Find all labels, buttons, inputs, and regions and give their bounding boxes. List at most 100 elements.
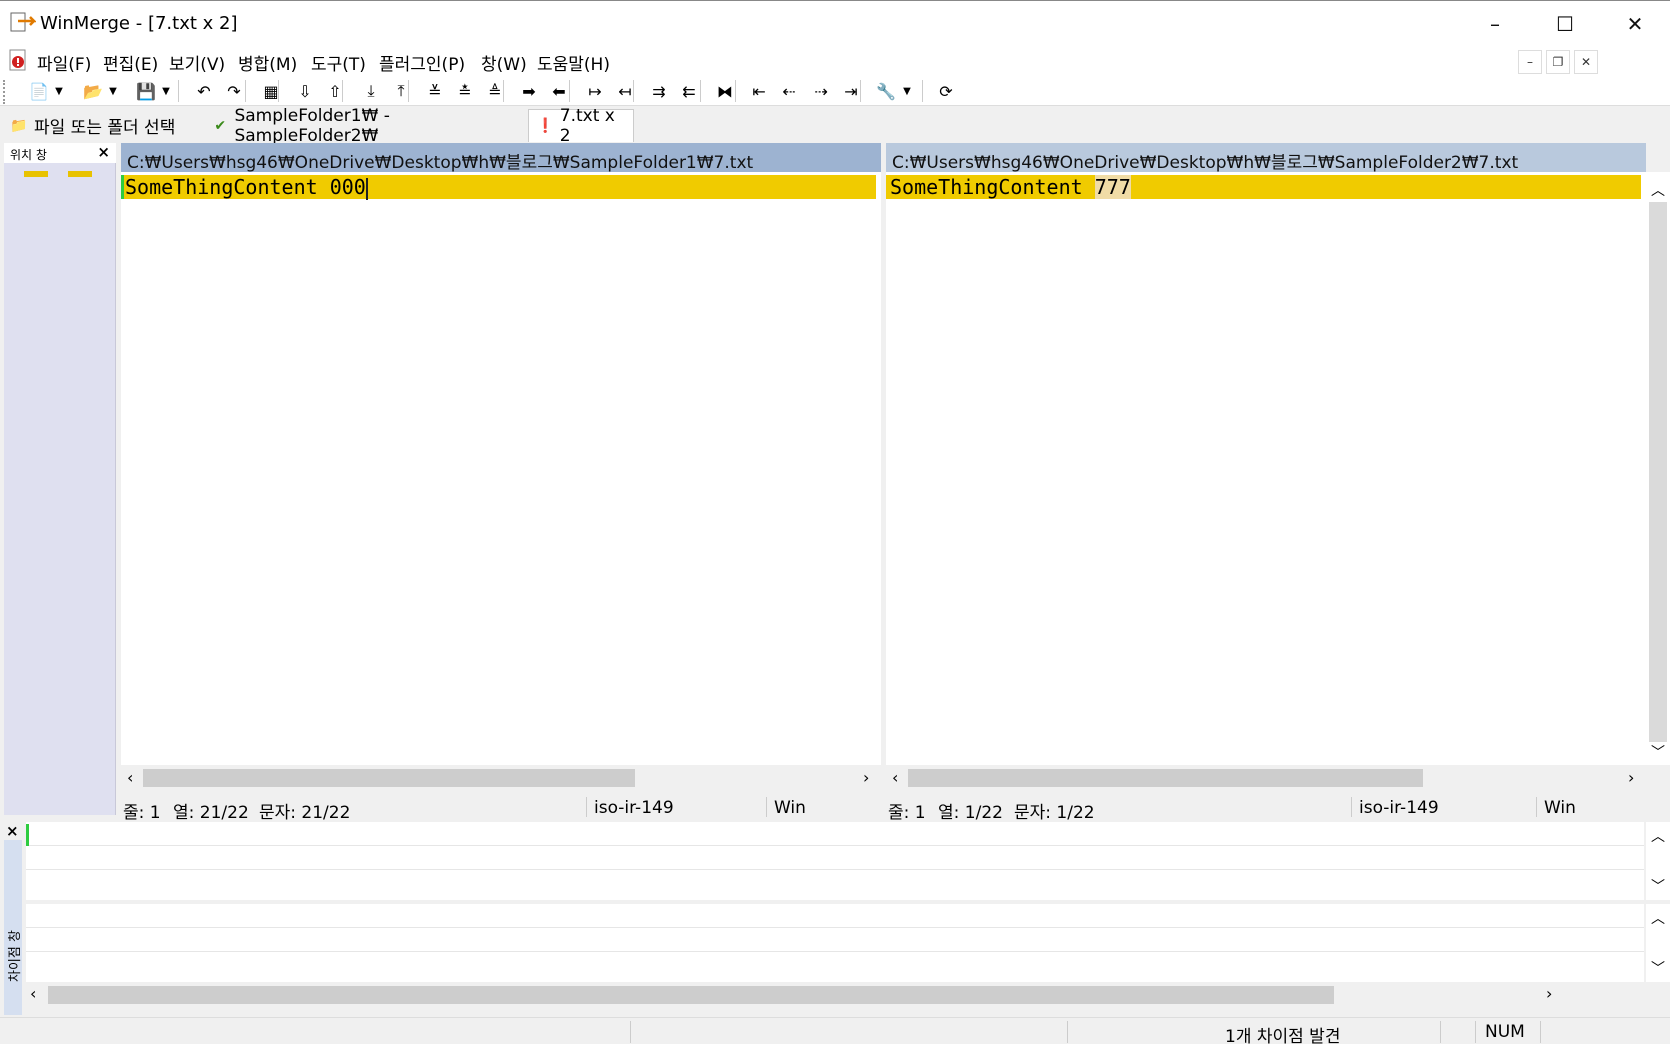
scroll-left-icon[interactable]: ‹ — [892, 768, 898, 787]
menu-window[interactable]: 창(W) — [481, 50, 527, 75]
scroll-thumb[interactable] — [908, 769, 1423, 787]
mdi-close-button[interactable]: ✕ — [1574, 50, 1598, 74]
first-diff-icon[interactable]: ⤒ — [388, 79, 414, 103]
left-file-path: C:₩Users₩hsg46₩OneDrive₩Desktop₩h₩블로그₩Sa… — [121, 143, 881, 172]
char-number: 문자: 1/22 — [1014, 803, 1095, 823]
right-file-path: C:₩Users₩hsg46₩OneDrive₩Desktop₩h₩블로그₩Sa… — [886, 143, 1646, 172]
toolbar-grip[interactable] — [3, 80, 7, 104]
location-pane-title: 위치 창 — [10, 148, 47, 162]
toolbar-separator — [278, 80, 279, 102]
current-diff-icon[interactable]: ≚ — [422, 79, 448, 103]
scroll-up-icon[interactable]: ︿ — [1646, 180, 1670, 200]
diff-pane-right-view[interactable] — [26, 904, 1644, 982]
line-text-common: SomeThingContent — [125, 175, 330, 199]
menu-help[interactable]: 도움말(H) — [537, 50, 610, 75]
prev-diff-icon[interactable]: ⇧ — [322, 79, 348, 103]
save-dropdown-icon[interactable]: ▼ — [159, 79, 173, 103]
toolbar-separator — [569, 80, 570, 102]
divider — [766, 797, 767, 817]
line-text-diff: 777 — [1094, 175, 1131, 199]
text-caret — [365, 177, 368, 200]
tab-select-files[interactable]: 📁 파일 또는 폴더 선택 — [2, 109, 202, 142]
scroll-thumb[interactable] — [48, 986, 1334, 1004]
scroll-up-icon[interactable]: ︿ — [1646, 908, 1670, 928]
scroll-thumb[interactable] — [1649, 202, 1667, 742]
copy-right-advance-icon[interactable]: ↦ — [582, 79, 608, 103]
diff-pane-horizontal-scrollbar[interactable]: ‹ › — [26, 982, 1670, 1008]
new-icon[interactable]: 📄 — [26, 79, 52, 103]
filmstrip-icon[interactable]: ▦ — [258, 79, 284, 103]
left-pane-status: 줄: 1 열: 21/22 문자: 21/22 iso-ir-149 Win — [121, 793, 881, 823]
redo-icon[interactable]: ↷ — [221, 79, 247, 103]
next-conflict-icon[interactable]: ≛ — [452, 79, 478, 103]
last-diff-icon[interactable]: ⤓ — [358, 79, 384, 103]
divider — [1536, 797, 1537, 817]
left-editor[interactable]: SomeThingContent 000 — [121, 172, 881, 765]
undo-icon[interactable]: ↶ — [191, 79, 217, 103]
scroll-down-icon[interactable]: ﹀ — [1646, 958, 1670, 978]
window-title: WinMerge - [7.txt x 2] — [40, 13, 238, 34]
scroll-down-icon[interactable]: ﹀ — [1646, 742, 1670, 762]
line-text-common: SomeThingContent — [890, 175, 1095, 199]
save-icon[interactable]: 💾 — [133, 79, 159, 103]
close-button[interactable]: ✕ — [1600, 1, 1670, 47]
maximize-button[interactable]: ☐ — [1530, 1, 1600, 47]
list-item — [26, 904, 1644, 928]
menu-view[interactable]: 보기(V) — [169, 50, 225, 75]
menu-edit[interactable]: 편집(E) — [103, 50, 158, 75]
diff-pane-left-scrollbar[interactable]: ︿ ﹀ — [1646, 822, 1670, 900]
editor-vertical-scrollbar[interactable]: ︿ ﹀ — [1646, 172, 1670, 765]
minimize-button[interactable]: – — [1460, 1, 1530, 47]
menu-file[interactable]: 파일(F) — [37, 50, 91, 75]
mdi-restore-button[interactable]: ❐ — [1546, 50, 1570, 74]
location-pane[interactable]: 위치 창 × — [4, 143, 116, 815]
new-dropdown-icon[interactable]: ▼ — [52, 79, 66, 103]
scroll-down-icon[interactable]: ﹀ — [1646, 876, 1670, 896]
scroll-right-icon[interactable]: › — [1628, 768, 1634, 787]
right-horizontal-scrollbar[interactable]: ‹ › — [886, 765, 1670, 791]
tab-file-compare[interactable]: ❗ 7.txt x 2 — [528, 106, 634, 146]
copy-all-left-icon[interactable]: ⇇ — [676, 79, 702, 103]
next-diff-icon[interactable]: ⇩ — [292, 79, 318, 103]
menu-plugins[interactable]: 플러그인(P) — [379, 50, 465, 75]
diff-pane-left-view[interactable] — [26, 822, 1644, 900]
menu-merge[interactable]: 병합(M) — [238, 50, 297, 75]
diff-line[interactable]: SomeThingContent 000 — [121, 175, 876, 200]
document-icon[interactable] — [8, 48, 30, 72]
open-dropdown-icon[interactable]: ▼ — [106, 79, 120, 103]
right-editor[interactable]: SomeThingContent 777 — [886, 172, 1646, 765]
toolbar-separator — [735, 80, 736, 102]
scroll-right-icon[interactable]: › — [863, 768, 869, 787]
scroll-up-icon[interactable]: ︿ — [1646, 826, 1670, 846]
menu-tools[interactable]: 도구(T) — [311, 50, 366, 75]
toolbar-separator — [408, 80, 409, 102]
folder-select-icon: 📁 — [10, 117, 28, 134]
copy-right-icon[interactable]: ➡ — [516, 79, 542, 103]
diff-pane-close-icon[interactable]: × — [6, 822, 19, 840]
mdi-minimize-button[interactable]: – — [1518, 50, 1542, 74]
scroll-left-icon[interactable]: ‹ — [127, 768, 133, 787]
options-dropdown-icon[interactable]: ▼ — [900, 79, 914, 103]
diff-line[interactable]: SomeThingContent 777 — [886, 175, 1641, 199]
prev-conflict-icon[interactable]: ≜ — [482, 79, 508, 103]
scroll-left-icon[interactable]: ‹ — [30, 984, 36, 1003]
encoding: iso-ir-149 — [594, 798, 674, 818]
list-item — [26, 822, 1644, 846]
options-icon[interactable]: 🔧 — [873, 79, 899, 103]
diff-pane-right-scrollbar[interactable]: ︿ ﹀ — [1646, 904, 1670, 982]
left-pane-icon[interactable]: ⇤ — [746, 79, 772, 103]
open-icon[interactable]: 📂 — [80, 79, 106, 103]
scroll-right-icon[interactable]: › — [1546, 984, 1552, 1003]
scroll-thumb[interactable] — [143, 769, 635, 787]
copy-left-advance-icon[interactable]: ↤ — [612, 79, 638, 103]
copy-all-right-icon[interactable]: ⇉ — [646, 79, 672, 103]
divider — [1351, 797, 1352, 817]
right-pane-icon[interactable]: ⇢ — [808, 79, 834, 103]
refresh-icon[interactable]: ⟳ — [933, 79, 959, 103]
location-pane-close-icon[interactable]: × — [97, 143, 110, 161]
check-icon: ✔ — [214, 117, 227, 134]
toolbar: 📄 ▼ 📂 ▼ 💾 ▼ ↶ ↷ ▦ ⇩ ⇧ ⤓ ⤒ ≚ ≛ ≜ ➡ ⬅ ↦ ↤ ⇉ ⇇ ⧓ ⇤ ⇠ ⇢ ⇥ 🔧 ▼ ⟳ — [0, 76, 1670, 106]
left-pane-alt-icon[interactable]: ⇠ — [776, 79, 802, 103]
left-horizontal-scrollbar[interactable]: ‹ › — [121, 765, 881, 791]
tab-folder-compare[interactable]: ✔ SampleFolder1₩ - SampleFolder2₩ — [204, 106, 524, 146]
